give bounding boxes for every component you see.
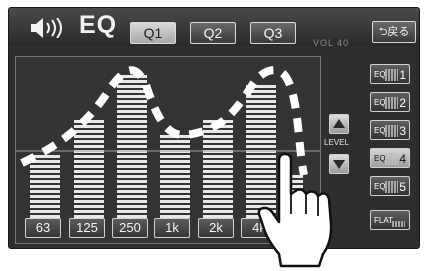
band-250-button[interactable]: 250 <box>112 218 148 238</box>
eq-preset-2-button[interactable]: EQ 2 <box>370 92 410 112</box>
level-up-button[interactable] <box>329 114 349 134</box>
back-button[interactable]: ⮌戻る <box>372 21 416 43</box>
arrow-up-icon <box>333 119 345 128</box>
eq-preset-4-number: 4 <box>399 152 406 166</box>
level-label: LEVEL <box>324 138 349 147</box>
bars-icon <box>385 69 398 81</box>
eq-preset-1-number: 1 <box>399 68 406 82</box>
flat-button[interactable]: FLAT <box>370 210 410 230</box>
flat-label: FLAT <box>374 216 393 225</box>
eq-preset-4-button[interactable]: EQ 4 <box>370 148 410 168</box>
band-63-button[interactable]: 63 <box>25 218 61 238</box>
eq-preset-1-button[interactable]: EQ 1 <box>370 64 410 84</box>
eq-preset-3-button[interactable]: EQ 3 <box>370 120 410 140</box>
eq-preset-5-label: EQ <box>374 182 386 191</box>
eq-preset-5-number: 5 <box>399 180 406 194</box>
eq-bar-column <box>117 75 147 218</box>
eq-bar-column <box>30 155 60 218</box>
bars-icon <box>385 153 398 165</box>
bars-icon <box>385 181 398 193</box>
hand-pointer-icon <box>257 152 333 268</box>
header: EQ Q1 Q2 Q3 VOL 40 ⮌戻る <box>9 8 419 48</box>
eq-preset-3-label: EQ <box>374 126 386 135</box>
eq-preset-5-button[interactable]: EQ 5 <box>370 176 410 196</box>
eq-preset-2-label: EQ <box>374 98 386 107</box>
bars-icon <box>385 97 398 109</box>
speaker-icon <box>31 17 67 43</box>
volume-indicator: VOL 40 <box>313 38 350 48</box>
eq-bar-column <box>203 120 233 218</box>
eq-preset-4-label: EQ <box>374 154 386 163</box>
eq-preset-3-number: 3 <box>399 124 406 138</box>
eq-bar-column <box>74 120 104 218</box>
eq-preset-2-number: 2 <box>399 96 406 110</box>
bars-icon <box>392 221 405 227</box>
preset-q3-button[interactable]: Q3 <box>250 22 296 44</box>
band-125-button[interactable]: 125 <box>69 218 105 238</box>
bars-icon <box>385 125 398 137</box>
preset-q1-button[interactable]: Q1 <box>130 22 176 44</box>
band-1k-button[interactable]: 1k <box>154 218 190 238</box>
eq-preset-1-label: EQ <box>374 70 386 79</box>
eq-screen: EQ Q1 Q2 Q3 VOL 40 ⮌戻る 63 125 250 1k 2k … <box>8 7 420 249</box>
preset-q2-button[interactable]: Q2 <box>190 22 236 44</box>
band-2k-button[interactable]: 2k <box>198 218 234 238</box>
page-title: EQ <box>79 11 118 39</box>
eq-bar-column <box>160 135 190 218</box>
